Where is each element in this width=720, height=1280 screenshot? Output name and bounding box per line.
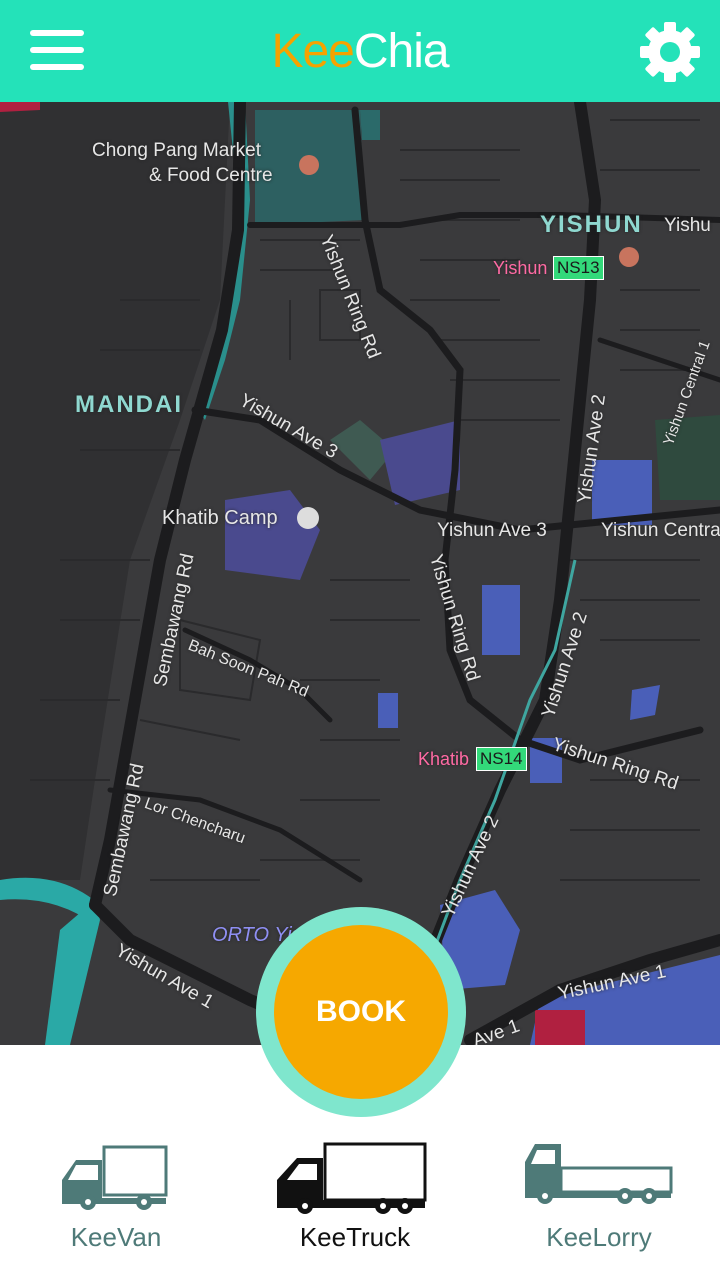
station-code-badge: NS13 bbox=[553, 256, 604, 280]
vehicle-label: KeeTruck bbox=[299, 1222, 411, 1252]
vehicle-option-keetruck[interactable]: KeeTruck bbox=[255, 1130, 455, 1270]
map-label: Yishu bbox=[664, 215, 711, 236]
map-label: Yishun Ave 3 bbox=[437, 520, 547, 541]
vehicle-label: KeeVan bbox=[70, 1222, 162, 1252]
van-icon bbox=[62, 1145, 168, 1210]
station-label: Khatib bbox=[418, 749, 470, 769]
book-button[interactable]: BOOK bbox=[274, 925, 448, 1099]
lorry-icon bbox=[525, 1144, 673, 1204]
map-label: Chong Pang Market bbox=[92, 140, 261, 161]
station-label: Yishun bbox=[493, 258, 548, 278]
vehicle-label: KeeLorry bbox=[546, 1222, 652, 1252]
app-header: KeeChia bbox=[0, 0, 720, 102]
truck-icon bbox=[277, 1142, 427, 1214]
gear-icon[interactable] bbox=[638, 20, 702, 84]
app-title-kee: Kee bbox=[271, 25, 354, 78]
shopping-poi-icon[interactable] bbox=[619, 247, 639, 267]
market-poi-icon[interactable] bbox=[299, 155, 319, 175]
vehicle-option-keelorry[interactable]: KeeLorry bbox=[499, 1130, 699, 1270]
map-label: YISHUN bbox=[540, 211, 643, 238]
map-label: Yishun Centra bbox=[601, 520, 720, 541]
vehicle-option-keevan[interactable]: KeeVan bbox=[16, 1130, 216, 1270]
map-label: Khatib Camp bbox=[162, 507, 278, 529]
map-view[interactable]: Chong Pang Market & Food Centre YISHUN Y… bbox=[0, 102, 720, 1045]
camp-poi-icon[interactable] bbox=[297, 507, 319, 529]
map-label: & Food Centre bbox=[149, 165, 273, 186]
app-title-chia: Chia bbox=[353, 25, 450, 78]
app-title: KeeChia bbox=[0, 22, 720, 82]
map-label: MANDAI bbox=[75, 391, 183, 418]
map-canvas bbox=[0, 102, 720, 1045]
station-code-badge: NS14 bbox=[476, 747, 527, 771]
